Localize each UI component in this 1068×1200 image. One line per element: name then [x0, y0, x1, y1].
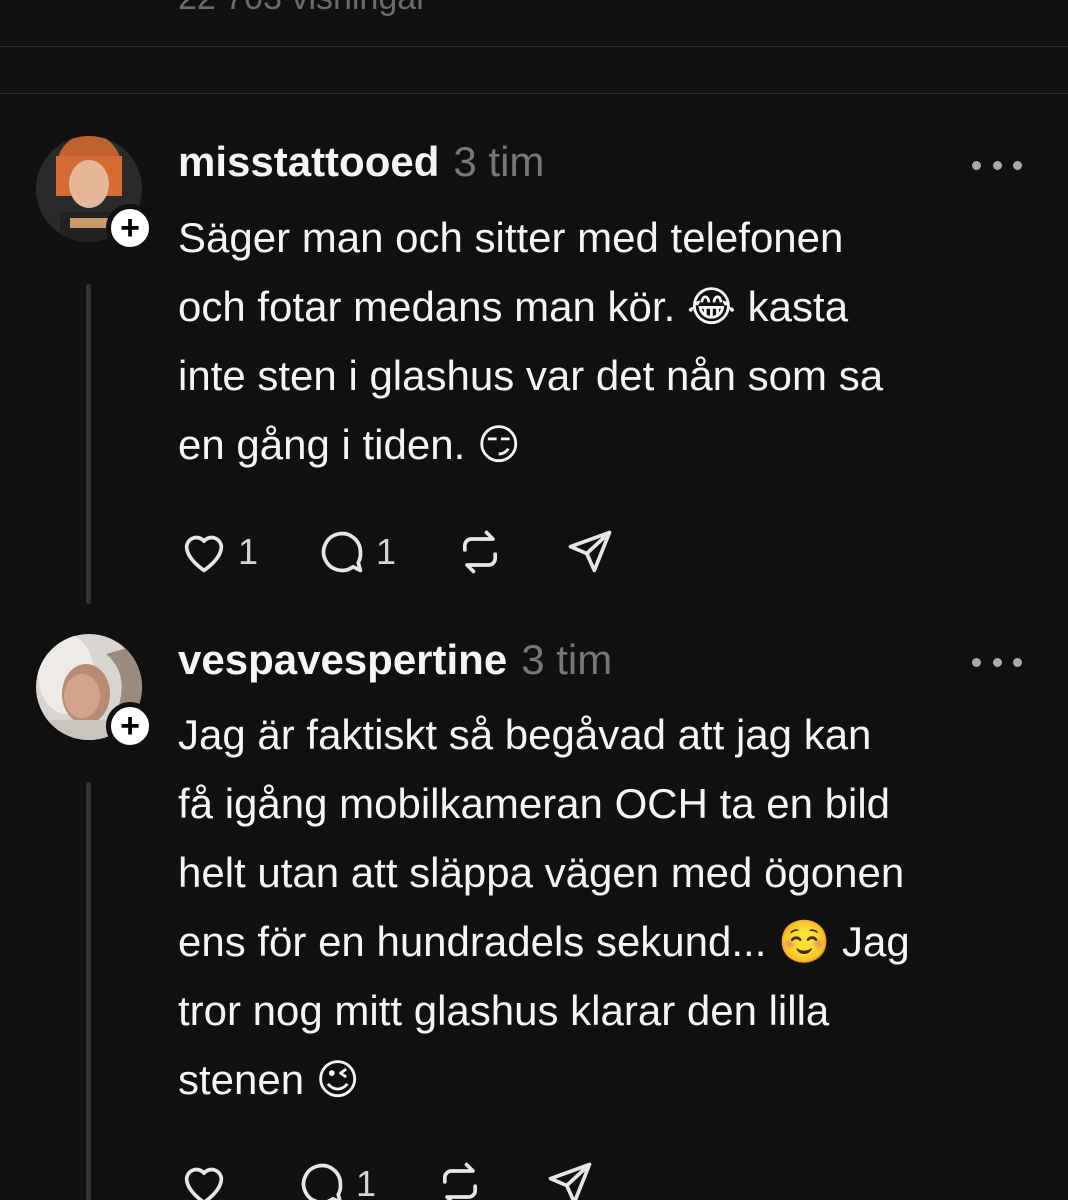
avatar-container[interactable]: + — [36, 634, 154, 750]
comment-icon — [321, 531, 363, 573]
username[interactable]: misstattooed — [178, 138, 439, 186]
text-line: tror nog mitt glashus klarar den lilla — [178, 987, 830, 1034]
comment-icon — [301, 1163, 343, 1200]
text-line: Jag är faktiskt så begåvad att jag kan — [178, 711, 872, 758]
text-line: få igång mobilkameran OCH ta en bild — [178, 780, 891, 827]
heart-icon — [184, 535, 224, 573]
text-line: stenen — [178, 1056, 316, 1103]
text-line: kasta — [736, 283, 849, 330]
text-line: ens för en hundradels sekund... — [178, 918, 779, 965]
reply-button[interactable]: 1 — [316, 526, 396, 578]
heart-icon — [184, 1167, 224, 1200]
avatar-container[interactable]: + — [36, 136, 154, 252]
action-bar: 1 1 — [178, 526, 674, 578]
timestamp: 3 tim — [521, 636, 613, 683]
more-options-icon[interactable] — [972, 652, 1022, 672]
text-line: inte sten i glashus var det nån som sa — [178, 352, 884, 399]
like-count: 1 — [238, 531, 259, 572]
send-icon — [548, 1162, 592, 1200]
divider — [0, 46, 1068, 47]
emoji: 😂 — [686, 282, 736, 331]
thread-line — [86, 782, 91, 1200]
thread-line — [86, 284, 91, 604]
repost-button[interactable] — [454, 526, 506, 578]
timestamp: 3 tim — [453, 138, 545, 185]
post-text: Jag är faktiskt så begåvad att jag kan f… — [178, 700, 1038, 1114]
text-line: Säger man och sitter med telefonen — [178, 214, 844, 261]
repost-icon — [463, 530, 498, 574]
emoji: 😏 — [476, 420, 521, 469]
more-options-icon[interactable] — [972, 155, 1022, 175]
action-bar: 1 — [178, 1158, 654, 1200]
reply-count: 1 — [356, 1163, 377, 1200]
share-button[interactable] — [544, 1158, 596, 1200]
text-line: och fotar medans man kör. — [178, 283, 687, 330]
text-line: en gång i tiden. — [178, 421, 477, 468]
like-button[interactable]: 1 — [178, 526, 258, 578]
emoji: ☺️ — [778, 917, 831, 966]
repost-button[interactable] — [434, 1158, 486, 1200]
divider — [0, 93, 1068, 94]
emoji: 😉 — [315, 1055, 360, 1104]
text-line: helt utan att släppa vägen med ögonen — [178, 849, 905, 896]
post-text: Säger man och sitter med telefonen och f… — [178, 203, 1038, 479]
reply-button[interactable]: 1 — [296, 1158, 376, 1200]
thread-view: 22 703 visningar + misstattooed 3 tim Sä… — [0, 0, 1068, 1200]
username[interactable]: vespavespertine — [178, 636, 507, 684]
text-line: Jag — [830, 918, 910, 965]
views-count: 22 703 visningar — [178, 0, 428, 18]
share-button[interactable] — [564, 526, 616, 578]
follow-plus-button[interactable]: + — [106, 204, 154, 252]
repost-icon — [443, 1162, 478, 1200]
reply-count: 1 — [376, 531, 397, 572]
send-icon — [568, 530, 612, 573]
like-button[interactable] — [178, 1158, 238, 1200]
follow-plus-button[interactable]: + — [106, 702, 154, 750]
